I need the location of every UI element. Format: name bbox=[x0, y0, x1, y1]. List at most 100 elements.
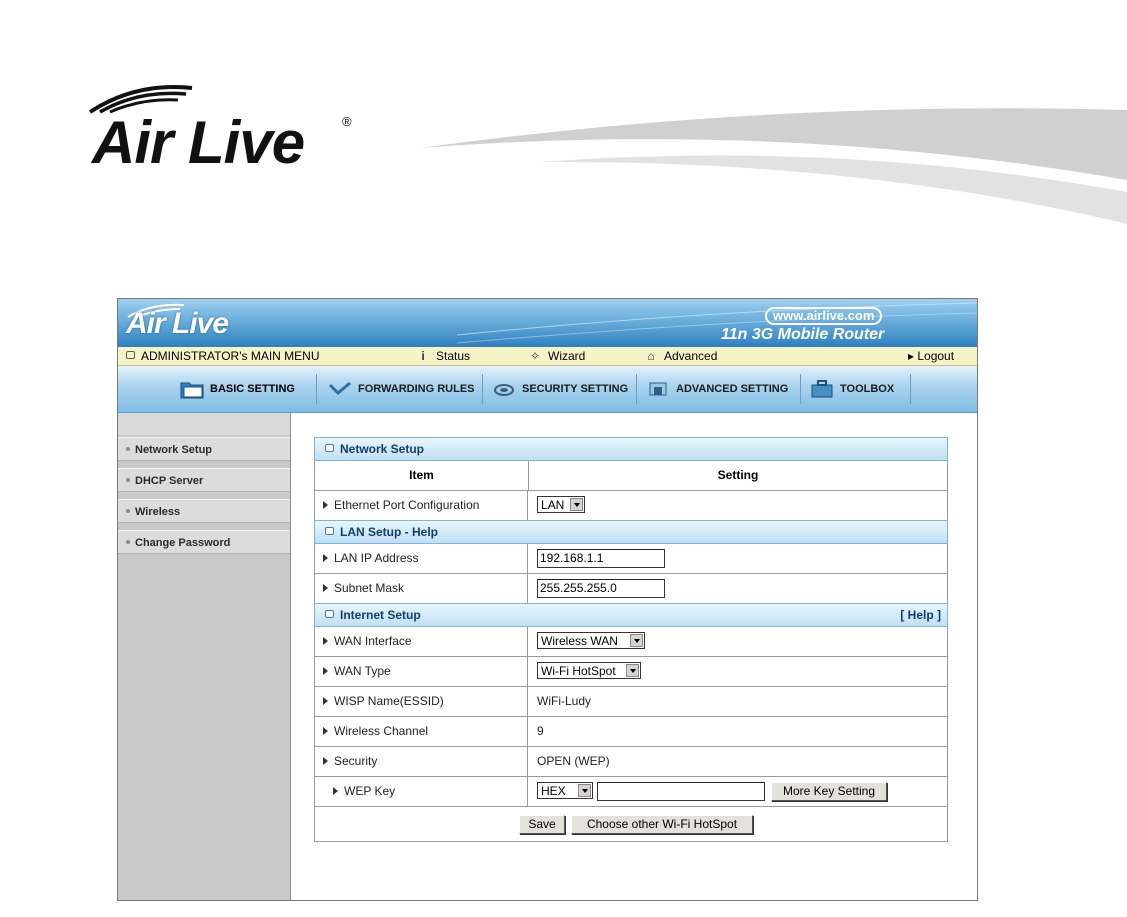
tab-toolbox[interactable]: TOOLBOX bbox=[810, 374, 894, 404]
help-link[interactable]: [ Help ] bbox=[900, 604, 941, 626]
tab-forwarding-rules[interactable]: FORWARDING RULES bbox=[328, 374, 475, 404]
admin-main-menu[interactable]: ADMINISTRATOR's MAIN MENU bbox=[126, 349, 320, 363]
tab-separator bbox=[800, 374, 801, 404]
row-wep-key: WEP Key HEX More Key Setting bbox=[314, 777, 948, 807]
lan-ip-input[interactable]: 192.168.1.1 bbox=[537, 549, 665, 568]
ethernet-port-select[interactable]: LAN bbox=[537, 496, 585, 513]
page-logo: Air Live ® bbox=[76, 78, 376, 178]
arrows-icon bbox=[328, 381, 351, 396]
choose-hotspot-button[interactable]: Choose other Wi-Fi HotSpot bbox=[571, 815, 753, 834]
row-wisp-name: WISP Name(ESSID) WiFi-Ludy bbox=[314, 687, 948, 717]
sidebar-item-change-password[interactable]: Change Password bbox=[118, 530, 290, 554]
triangle-bullet-icon bbox=[323, 727, 328, 735]
subnet-mask-input[interactable]: 255.255.255.0 bbox=[537, 579, 665, 598]
ethernet-port-label: Ethernet Port Configuration bbox=[315, 491, 528, 520]
triangle-bullet-icon bbox=[323, 584, 328, 592]
column-header-item: Item bbox=[315, 461, 529, 490]
triangle-bullet-icon bbox=[323, 637, 328, 645]
advanced-icon: ⌂ bbox=[647, 349, 655, 363]
row-wan-interface: WAN Interface Wireless WAN bbox=[314, 627, 948, 657]
wep-key-label: WEP Key bbox=[315, 777, 528, 806]
registered-mark: ® bbox=[342, 114, 352, 129]
security-label: Security bbox=[315, 747, 528, 776]
row-ethernet-port: Ethernet Port Configuration LAN bbox=[314, 491, 948, 521]
banner-stripes bbox=[457, 302, 977, 344]
logout-link[interactable]: ▸ Logout bbox=[908, 349, 954, 363]
tab-basic-setting[interactable]: BASIC SETTING bbox=[180, 374, 295, 404]
main-menu-bar: ADMINISTRATOR's MAIN MENU i Status ✧ Wizar… bbox=[118, 347, 977, 366]
column-header-setting: Setting bbox=[717, 468, 759, 482]
bullet-icon bbox=[126, 478, 130, 482]
sidebar-top-strip bbox=[118, 413, 290, 435]
menu-wizard[interactable]: ✧ Wizard bbox=[526, 349, 585, 363]
wisp-name-label: WISP Name(ESSID) bbox=[315, 687, 528, 716]
section-lan-setup: LAN Setup - Help bbox=[314, 520, 948, 544]
sidebar-item-dhcp-server[interactable]: DHCP Server bbox=[118, 468, 290, 492]
lan-ip-label: LAN IP Address bbox=[315, 544, 528, 573]
tab-security-setting[interactable]: SECURITY SETTING bbox=[492, 374, 628, 404]
security-value: OPEN (WEP) bbox=[537, 754, 610, 768]
router-ui-frame: Air Live www.airlive.com 11n 3G Mobile R… bbox=[117, 298, 978, 901]
sidebar-item-network-setup[interactable]: Network Setup bbox=[118, 437, 290, 461]
table-header-row: Item Setting bbox=[314, 461, 948, 491]
menu-advanced[interactable]: ⌂ Advanced bbox=[642, 349, 717, 363]
triangle-bullet-icon bbox=[323, 667, 328, 675]
section-internet-setup: Internet Setup[ Help ] bbox=[314, 603, 948, 627]
square-bullet-icon bbox=[325, 527, 334, 535]
square-bullet-icon bbox=[325, 610, 334, 618]
bullet-icon bbox=[126, 540, 130, 544]
row-security: Security OPEN (WEP) bbox=[314, 747, 948, 777]
row-wan-type: WAN Type Wi-Fi HotSpot bbox=[314, 657, 948, 687]
wireless-channel-value: 9 bbox=[537, 724, 544, 738]
square-bullet-icon bbox=[126, 351, 135, 359]
bullet-icon bbox=[126, 509, 130, 513]
toolbox-icon bbox=[811, 380, 833, 398]
banner-url: www.airlive.com bbox=[765, 307, 883, 325]
wan-interface-label: WAN Interface bbox=[315, 627, 528, 656]
chevron-down-icon bbox=[626, 664, 639, 677]
tab-bar: BASIC SETTING FORWARDING RULES SECURITY … bbox=[118, 366, 977, 413]
wan-type-select[interactable]: Wi-Fi HotSpot bbox=[537, 662, 641, 679]
section-network-setup: Network Setup bbox=[314, 437, 948, 461]
banner-logo-text: Air Live bbox=[126, 307, 229, 340]
wan-interface-select[interactable]: Wireless WAN bbox=[537, 632, 645, 649]
sidebar: Network Setup DHCP Server Wireless Chang… bbox=[118, 413, 291, 900]
row-lan-ip: LAN IP Address 192.168.1.1 bbox=[314, 544, 948, 574]
decorative-swoosh bbox=[420, 108, 1127, 224]
more-key-setting-button[interactable]: More Key Setting bbox=[771, 782, 887, 801]
triangle-bullet-icon bbox=[323, 697, 328, 705]
wan-type-label: WAN Type bbox=[315, 657, 528, 686]
wep-key-format-select[interactable]: HEX bbox=[537, 782, 593, 799]
tab-separator bbox=[316, 374, 317, 404]
row-subnet-mask: Subnet Mask 255.255.255.0 bbox=[314, 574, 948, 604]
chevron-down-icon bbox=[630, 634, 643, 647]
wizard-icon: ✧ bbox=[529, 349, 541, 363]
tab-advanced-setting[interactable]: ADVANCED SETTING bbox=[646, 374, 788, 404]
folder-icon bbox=[180, 382, 204, 399]
square-bullet-icon bbox=[325, 444, 334, 452]
triangle-bullet-icon bbox=[323, 757, 328, 765]
wep-key-input[interactable] bbox=[597, 782, 765, 801]
subnet-mask-label: Subnet Mask bbox=[315, 574, 528, 603]
row-wireless-channel: Wireless Channel 9 bbox=[314, 717, 948, 747]
chevron-down-icon bbox=[570, 498, 583, 511]
save-button[interactable]: Save bbox=[519, 815, 565, 834]
triangle-bullet-icon bbox=[323, 554, 328, 562]
lock-icon bbox=[494, 384, 514, 397]
triangle-bullet-icon bbox=[323, 501, 328, 509]
menu-status[interactable]: i Status bbox=[414, 349, 470, 363]
tab-separator bbox=[910, 374, 911, 404]
bullet-icon bbox=[126, 447, 130, 451]
page-logo-text: Air Live bbox=[92, 109, 305, 176]
tab-separator bbox=[482, 374, 483, 404]
sidebar-item-wireless[interactable]: Wireless bbox=[118, 499, 290, 523]
chevron-down-icon bbox=[578, 784, 591, 797]
info-icon: i bbox=[421, 349, 425, 363]
triangle-bullet-icon bbox=[333, 787, 338, 795]
tab-separator bbox=[636, 374, 637, 404]
wisp-name-value: WiFi-Ludy bbox=[537, 694, 592, 708]
header-banner: Air Live www.airlive.com 11n 3G Mobile R… bbox=[118, 299, 977, 347]
wireless-channel-label: Wireless Channel bbox=[315, 717, 528, 746]
gear-icon bbox=[649, 382, 667, 396]
button-row: Save Choose other Wi-Fi HotSpot bbox=[314, 807, 948, 842]
